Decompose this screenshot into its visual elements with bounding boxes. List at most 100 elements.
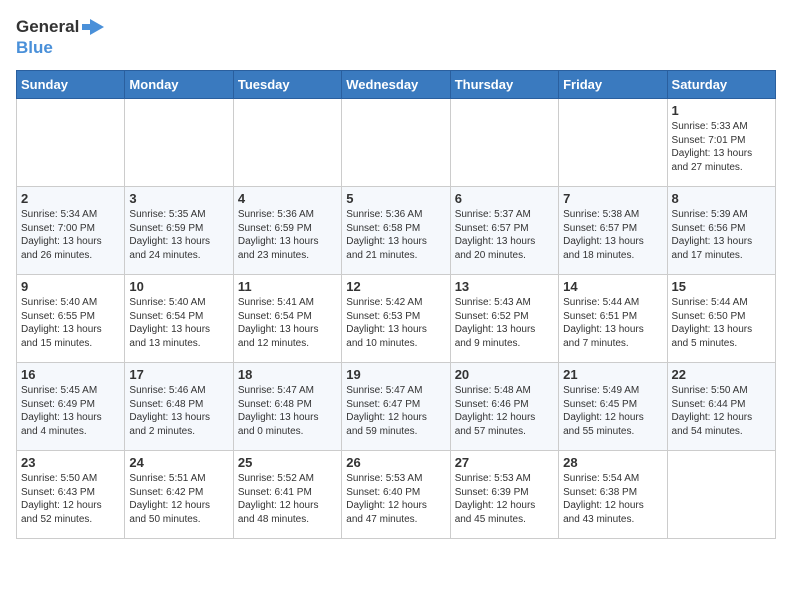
day-number: 9 <box>21 279 120 294</box>
day-info: Sunrise: 5:50 AM Sunset: 6:44 PM Dayligh… <box>672 384 771 438</box>
day-number: 18 <box>238 367 337 382</box>
day-number: 8 <box>672 191 771 206</box>
day-info: Sunrise: 5:44 AM Sunset: 6:50 PM Dayligh… <box>672 296 771 350</box>
day-info: Sunrise: 5:36 AM Sunset: 6:58 PM Dayligh… <box>346 208 445 262</box>
day-number: 20 <box>455 367 554 382</box>
calendar-cell: 11 Sunrise: 5:41 AM Sunset: 6:54 PM Dayli… <box>233 275 341 363</box>
day-info: Sunrise: 5:49 AM Sunset: 6:45 PM Dayligh… <box>563 384 662 438</box>
day-info: Sunrise: 5:48 AM Sunset: 6:46 PM Dayligh… <box>455 384 554 438</box>
day-number: 7 <box>563 191 662 206</box>
calendar-cell: 17 Sunrise: 5:46 AM Sunset: 6:48 PM Dayli… <box>125 363 233 451</box>
day-info: Sunrise: 5:40 AM Sunset: 6:55 PM Dayligh… <box>21 296 120 350</box>
logo-general: General <box>16 17 79 37</box>
day-number: 15 <box>672 279 771 294</box>
day-info: Sunrise: 5:51 AM Sunset: 6:42 PM Dayligh… <box>129 472 228 526</box>
weekday-header-row: SundayMondayTuesdayWednesdayThursdayFrid… <box>17 71 776 99</box>
calendar-cell: 19 Sunrise: 5:47 AM Sunset: 6:47 PM Dayli… <box>342 363 450 451</box>
day-number: 13 <box>455 279 554 294</box>
day-number: 10 <box>129 279 228 294</box>
calendar-cell: 6 Sunrise: 5:37 AM Sunset: 6:57 PM Daylig… <box>450 187 558 275</box>
day-number: 12 <box>346 279 445 294</box>
weekday-header: Friday <box>559 71 667 99</box>
calendar-week-row: 16 Sunrise: 5:45 AM Sunset: 6:49 PM Dayli… <box>17 363 776 451</box>
calendar-cell: 13 Sunrise: 5:43 AM Sunset: 6:52 PM Dayli… <box>450 275 558 363</box>
calendar-cell: 8Sunrise: 5:39 AM Sunset: 6:56 PM Daylig… <box>667 187 775 275</box>
calendar-cell: 7 Sunrise: 5:38 AM Sunset: 6:57 PM Daylig… <box>559 187 667 275</box>
day-info: Sunrise: 5:50 AM Sunset: 6:43 PM Dayligh… <box>21 472 120 526</box>
day-number: 4 <box>238 191 337 206</box>
weekday-header: Saturday <box>667 71 775 99</box>
weekday-header: Monday <box>125 71 233 99</box>
day-info: Sunrise: 5:53 AM Sunset: 6:40 PM Dayligh… <box>346 472 445 526</box>
weekday-header: Sunday <box>17 71 125 99</box>
calendar-cell: 2 Sunrise: 5:34 AM Sunset: 7:00 PM Daylig… <box>17 187 125 275</box>
calendar-cell: 5 Sunrise: 5:36 AM Sunset: 6:58 PM Daylig… <box>342 187 450 275</box>
day-info: Sunrise: 5:33 AM Sunset: 7:01 PM Dayligh… <box>672 120 771 174</box>
day-info: Sunrise: 5:35 AM Sunset: 6:59 PM Dayligh… <box>129 208 228 262</box>
calendar-cell: 24Sunrise: 5:51 AM Sunset: 6:42 PM Dayli… <box>125 451 233 539</box>
calendar-cell: 22 Sunrise: 5:50 AM Sunset: 6:44 PM Dayli… <box>667 363 775 451</box>
logo-arrow-icon <box>82 16 104 38</box>
calendar-cell: 12 Sunrise: 5:42 AM Sunset: 6:53 PM Dayli… <box>342 275 450 363</box>
logo-blue: Blue <box>16 38 53 58</box>
calendar-cell: 25 Sunrise: 5:52 AM Sunset: 6:41 PM Dayli… <box>233 451 341 539</box>
calendar-cell: 27 Sunrise: 5:53 AM Sunset: 6:39 PM Dayli… <box>450 451 558 539</box>
day-number: 25 <box>238 455 337 470</box>
day-info: Sunrise: 5:36 AM Sunset: 6:59 PM Dayligh… <box>238 208 337 262</box>
calendar-cell: 9 Sunrise: 5:40 AM Sunset: 6:55 PM Daylig… <box>17 275 125 363</box>
day-info: Sunrise: 5:53 AM Sunset: 6:39 PM Dayligh… <box>455 472 554 526</box>
day-info: Sunrise: 5:44 AM Sunset: 6:51 PM Dayligh… <box>563 296 662 350</box>
calendar-week-row: 2 Sunrise: 5:34 AM Sunset: 7:00 PM Daylig… <box>17 187 776 275</box>
day-info: Sunrise: 5:43 AM Sunset: 6:52 PM Dayligh… <box>455 296 554 350</box>
calendar-cell <box>233 99 341 187</box>
day-number: 5 <box>346 191 445 206</box>
day-number: 19 <box>346 367 445 382</box>
day-info: Sunrise: 5:45 AM Sunset: 6:49 PM Dayligh… <box>21 384 120 438</box>
calendar-cell: 21 Sunrise: 5:49 AM Sunset: 6:45 PM Dayli… <box>559 363 667 451</box>
day-number: 16 <box>21 367 120 382</box>
weekday-header: Wednesday <box>342 71 450 99</box>
header: General Blue <box>16 16 776 58</box>
calendar-cell: 23 Sunrise: 5:50 AM Sunset: 6:43 PM Dayli… <box>17 451 125 539</box>
day-number: 11 <box>238 279 337 294</box>
calendar-cell <box>17 99 125 187</box>
day-number: 17 <box>129 367 228 382</box>
calendar-cell: 26 Sunrise: 5:53 AM Sunset: 6:40 PM Dayli… <box>342 451 450 539</box>
calendar-cell: 18 Sunrise: 5:47 AM Sunset: 6:48 PM Dayli… <box>233 363 341 451</box>
day-info: Sunrise: 5:40 AM Sunset: 6:54 PM Dayligh… <box>129 296 228 350</box>
calendar-cell <box>450 99 558 187</box>
calendar-cell: 10 Sunrise: 5:40 AM Sunset: 6:54 PM Dayli… <box>125 275 233 363</box>
calendar-cell <box>667 451 775 539</box>
calendar-cell <box>125 99 233 187</box>
calendar-cell: 3Sunrise: 5:35 AM Sunset: 6:59 PM Daylig… <box>125 187 233 275</box>
day-info: Sunrise: 5:38 AM Sunset: 6:57 PM Dayligh… <box>563 208 662 262</box>
calendar-week-row: 23 Sunrise: 5:50 AM Sunset: 6:43 PM Dayli… <box>17 451 776 539</box>
weekday-header: Thursday <box>450 71 558 99</box>
day-number: 22 <box>672 367 771 382</box>
calendar-week-row: 9 Sunrise: 5:40 AM Sunset: 6:55 PM Daylig… <box>17 275 776 363</box>
day-info: Sunrise: 5:46 AM Sunset: 6:48 PM Dayligh… <box>129 384 228 438</box>
calendar-table: SundayMondayTuesdayWednesdayThursdayFrid… <box>16 70 776 539</box>
day-number: 2 <box>21 191 120 206</box>
day-number: 26 <box>346 455 445 470</box>
weekday-header: Tuesday <box>233 71 341 99</box>
day-number: 23 <box>21 455 120 470</box>
day-info: Sunrise: 5:47 AM Sunset: 6:48 PM Dayligh… <box>238 384 337 438</box>
day-number: 21 <box>563 367 662 382</box>
day-number: 14 <box>563 279 662 294</box>
calendar-cell: 28Sunrise: 5:54 AM Sunset: 6:38 PM Dayli… <box>559 451 667 539</box>
day-number: 27 <box>455 455 554 470</box>
day-info: Sunrise: 5:34 AM Sunset: 7:00 PM Dayligh… <box>21 208 120 262</box>
calendar-cell: 4 Sunrise: 5:36 AM Sunset: 6:59 PM Daylig… <box>233 187 341 275</box>
day-info: Sunrise: 5:41 AM Sunset: 6:54 PM Dayligh… <box>238 296 337 350</box>
day-info: Sunrise: 5:42 AM Sunset: 6:53 PM Dayligh… <box>346 296 445 350</box>
calendar-week-row: 1Sunrise: 5:33 AM Sunset: 7:01 PM Daylig… <box>17 99 776 187</box>
calendar-cell: 15 Sunrise: 5:44 AM Sunset: 6:50 PM Dayli… <box>667 275 775 363</box>
day-info: Sunrise: 5:52 AM Sunset: 6:41 PM Dayligh… <box>238 472 337 526</box>
day-info: Sunrise: 5:47 AM Sunset: 6:47 PM Dayligh… <box>346 384 445 438</box>
calendar-cell: 16 Sunrise: 5:45 AM Sunset: 6:49 PM Dayli… <box>17 363 125 451</box>
day-number: 6 <box>455 191 554 206</box>
day-info: Sunrise: 5:54 AM Sunset: 6:38 PM Dayligh… <box>563 472 662 526</box>
day-info: Sunrise: 5:37 AM Sunset: 6:57 PM Dayligh… <box>455 208 554 262</box>
calendar-cell: 20 Sunrise: 5:48 AM Sunset: 6:46 PM Dayli… <box>450 363 558 451</box>
